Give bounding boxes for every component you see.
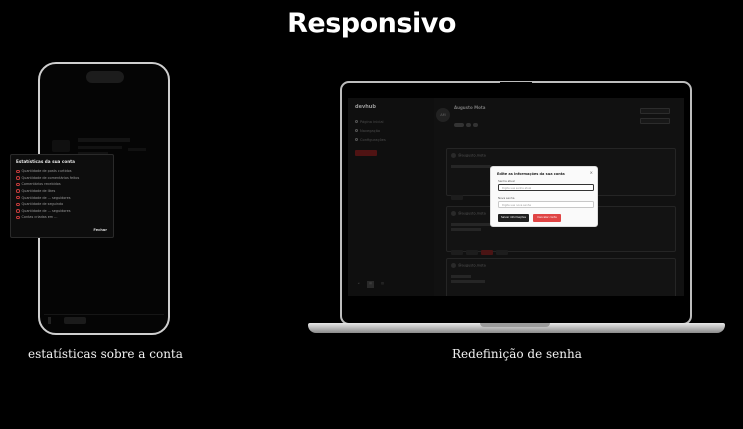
- post-actions: [451, 185, 466, 204]
- mobile-caption: estatísticas sobre a conta: [28, 347, 183, 361]
- author-avatar: [451, 153, 456, 158]
- dynamic-island: [86, 71, 124, 83]
- stat-icon: [16, 176, 20, 180]
- cancel-account-button[interactable]: Cancelar conta: [533, 214, 561, 222]
- stats-button[interactable]: [496, 250, 508, 255]
- post-text-line: [451, 280, 485, 283]
- post-text-line: [451, 228, 481, 231]
- stats-close-button[interactable]: Fechar: [93, 228, 107, 232]
- post-author: @augusto.mota: [451, 263, 486, 268]
- dim-line: [128, 148, 146, 151]
- stats-item: Comentários recebidos: [16, 181, 108, 188]
- laptop-hinge: [480, 323, 550, 327]
- sidebar-footer-icons: ◂ ▦ ▥: [355, 281, 391, 288]
- stat-icon: [16, 169, 20, 174]
- stat-icon: [16, 202, 20, 207]
- dim-line: [78, 146, 122, 149]
- stats-item: Contas criadas em ...: [16, 214, 108, 221]
- sidebar-item-home[interactable]: Página inicial: [355, 120, 384, 124]
- user-badges: [454, 112, 480, 131]
- post-text-line: [451, 275, 471, 278]
- desktop-caption: Redefinição de senha: [452, 347, 582, 361]
- app-brand: devhub: [355, 104, 376, 110]
- author-avatar: [451, 263, 456, 268]
- modal-title: Edite as informações da sua conta: [497, 172, 565, 176]
- avatar: AM: [436, 108, 450, 122]
- stats-item: Quantidade de ... seguidores: [16, 194, 108, 201]
- new-post-button[interactable]: [355, 150, 377, 156]
- stat-icon: [16, 189, 20, 193]
- profile-action-button[interactable]: [640, 118, 670, 124]
- stats-item: Quantidade de seguindo: [16, 201, 108, 208]
- sidebar-item-navigation[interactable]: Navegação: [355, 129, 380, 133]
- save-button[interactable]: Salvar informações: [498, 214, 529, 222]
- account-stats-modal: Estatísticas da sua conta Quantidade de …: [10, 154, 114, 238]
- dim-bar: [48, 317, 51, 324]
- stats-item: Quantidade de comentários feitos: [16, 175, 108, 182]
- compass-icon: [355, 129, 358, 132]
- post-author: @augusto.mota: [451, 153, 486, 158]
- stat-icon: [16, 209, 20, 213]
- sidebar-item-settings[interactable]: Configurações: [355, 138, 386, 142]
- home-icon: [355, 120, 358, 123]
- new-password-input[interactable]: Digite sua nova senha: [498, 201, 594, 208]
- dim-avatar: [52, 140, 70, 152]
- comment-button[interactable]: [466, 250, 478, 255]
- phone-bottom-bar: [44, 314, 164, 326]
- author-avatar: [451, 211, 456, 216]
- post-text-line: [451, 165, 491, 168]
- app-sidebar: devhub Página inicial Navegação Configur…: [348, 98, 434, 296]
- stat-icon: [16, 182, 20, 187]
- new-password-label: Nova senha: [498, 196, 515, 200]
- dim-button[interactable]: [64, 317, 86, 324]
- like-button[interactable]: [451, 250, 463, 255]
- stats-modal-title: Estatísticas da sua conta: [16, 159, 76, 164]
- profile-action-button[interactable]: [640, 108, 670, 114]
- laptop-notch: [500, 82, 532, 90]
- grid-icon[interactable]: ▦: [367, 281, 374, 288]
- arrow-icon[interactable]: ◂: [355, 281, 362, 288]
- edit-password-modal: Edite as informações da sua conta × Senh…: [490, 166, 598, 227]
- post-card: @augusto.mota: [446, 258, 676, 296]
- dim-header: [78, 138, 130, 142]
- delete-button[interactable]: [481, 250, 493, 255]
- post-actions: [451, 240, 511, 259]
- close-icon[interactable]: ×: [590, 170, 593, 175]
- stats-item: Quantidade de posts curtidos: [16, 168, 108, 175]
- post-action-button[interactable]: [451, 195, 463, 200]
- stat-icon: [16, 195, 20, 200]
- bars-icon[interactable]: ▥: [379, 281, 386, 288]
- post-actions: [451, 290, 511, 296]
- current-password-input[interactable]: Digite sua senha atual: [498, 184, 594, 191]
- current-password-label: Senha atual: [498, 179, 515, 183]
- stat-icon: [16, 215, 20, 220]
- user-name: Augusto Mota: [454, 105, 486, 110]
- stats-item: Quantidade de ... seguidores: [16, 208, 108, 215]
- page-title: Responsivo: [287, 8, 456, 39]
- gear-icon: [355, 138, 358, 141]
- stats-item: Quantidade de likes: [16, 188, 108, 195]
- post-author: @augusto.mota: [451, 211, 486, 216]
